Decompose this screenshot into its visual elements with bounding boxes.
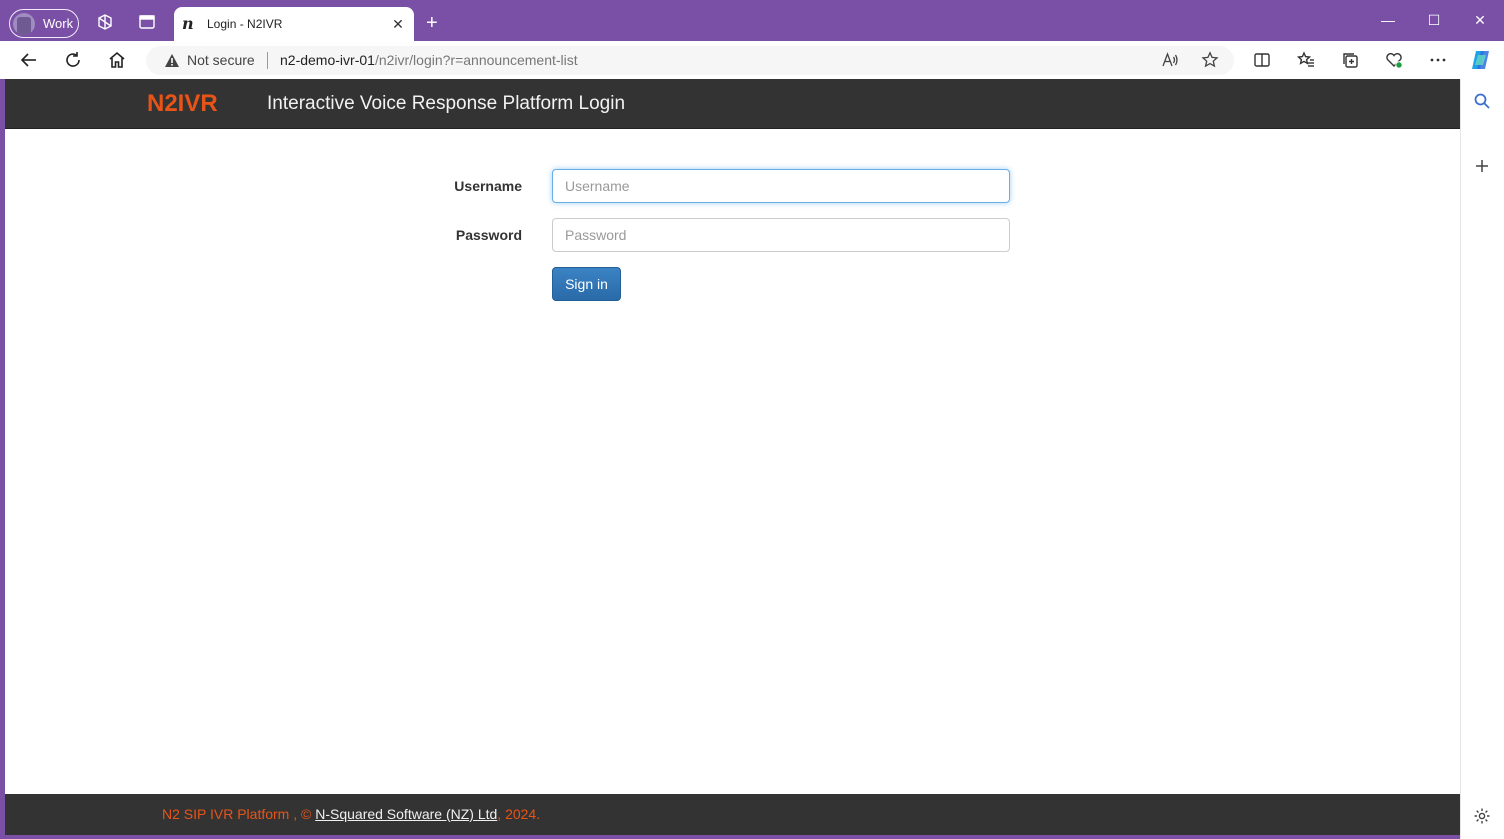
browser-essentials-icon[interactable] bbox=[1385, 51, 1403, 69]
vertical-tabs-icon[interactable] bbox=[138, 13, 156, 31]
browser-sidebar bbox=[1460, 79, 1504, 839]
profile-label: Work bbox=[43, 16, 74, 31]
profile-button[interactable]: Work bbox=[9, 9, 79, 38]
home-icon[interactable] bbox=[107, 50, 127, 70]
address-separator bbox=[267, 52, 268, 69]
warning-triangle-icon[interactable] bbox=[164, 53, 180, 68]
password-label: Password bbox=[455, 227, 522, 243]
browser-titlebar: Work n Login - N2IVR ✕ + — ☐ ✕ bbox=[0, 0, 1504, 41]
minimize-icon[interactable]: — bbox=[1378, 12, 1398, 28]
search-icon[interactable] bbox=[1473, 92, 1491, 110]
brand-logo[interactable]: N2IVR bbox=[147, 90, 218, 118]
company-link[interactable]: N-Squared Software (NZ) Ltd bbox=[315, 806, 497, 822]
url-host: n2-demo-ivr-01 bbox=[280, 52, 375, 68]
url-text[interactable]: n2-demo-ivr-01/n2ivr/login?r=announcemen… bbox=[280, 52, 578, 68]
username-input[interactable] bbox=[552, 169, 1010, 203]
split-screen-icon[interactable] bbox=[1253, 51, 1271, 69]
back-arrow-icon[interactable] bbox=[19, 50, 39, 70]
not-secure-label[interactable]: Not secure bbox=[187, 52, 255, 68]
footer-text: N2 SIP IVR Platform , © N-Squared Softwa… bbox=[162, 806, 540, 822]
favorites-icon[interactable] bbox=[1297, 51, 1315, 69]
tab-close-icon[interactable]: ✕ bbox=[388, 16, 408, 33]
site-footer: N2 SIP IVR Platform , © N-Squared Softwa… bbox=[5, 794, 1460, 835]
footer-prefix: N2 SIP IVR Platform , © bbox=[162, 806, 316, 822]
page-viewport: N2IVR Interactive Voice Response Platfor… bbox=[5, 79, 1460, 835]
workspaces-icon[interactable] bbox=[96, 13, 114, 31]
browser-toolbar: Not secure n2-demo-ivr-01/n2ivr/login?r=… bbox=[0, 41, 1504, 79]
address-bar[interactable]: Not secure n2-demo-ivr-01/n2ivr/login?r=… bbox=[146, 46, 1234, 75]
collections-icon[interactable] bbox=[1341, 51, 1359, 69]
maximize-icon[interactable]: ☐ bbox=[1424, 12, 1444, 29]
username-label: Username bbox=[454, 178, 522, 194]
close-window-icon[interactable]: ✕ bbox=[1470, 12, 1490, 29]
sign-in-button[interactable]: Sign in bbox=[552, 267, 621, 301]
settings-gear-icon[interactable] bbox=[1473, 807, 1491, 825]
url-path: /n2ivr/login?r=announcement-list bbox=[374, 52, 578, 68]
refresh-icon[interactable] bbox=[63, 50, 83, 70]
footer-suffix: , 2024. bbox=[497, 806, 541, 822]
new-tab-icon[interactable]: + bbox=[426, 12, 438, 35]
profile-avatar bbox=[13, 12, 35, 35]
read-aloud-icon[interactable] bbox=[1161, 51, 1179, 69]
tab-title: Login - N2IVR bbox=[207, 17, 283, 31]
n2-favicon-icon: n bbox=[182, 14, 194, 33]
site-header: N2IVR Interactive Voice Response Platfor… bbox=[5, 79, 1460, 129]
more-menu-icon[interactable] bbox=[1429, 51, 1447, 69]
page-title: Interactive Voice Response Platform Logi… bbox=[267, 93, 626, 114]
password-input[interactable] bbox=[552, 218, 1010, 252]
add-sidebar-app-icon[interactable] bbox=[1473, 157, 1491, 175]
favorite-star-icon[interactable] bbox=[1201, 51, 1219, 69]
copilot-icon[interactable] bbox=[1469, 49, 1493, 71]
tab-login[interactable]: n Login - N2IVR ✕ bbox=[174, 7, 414, 41]
